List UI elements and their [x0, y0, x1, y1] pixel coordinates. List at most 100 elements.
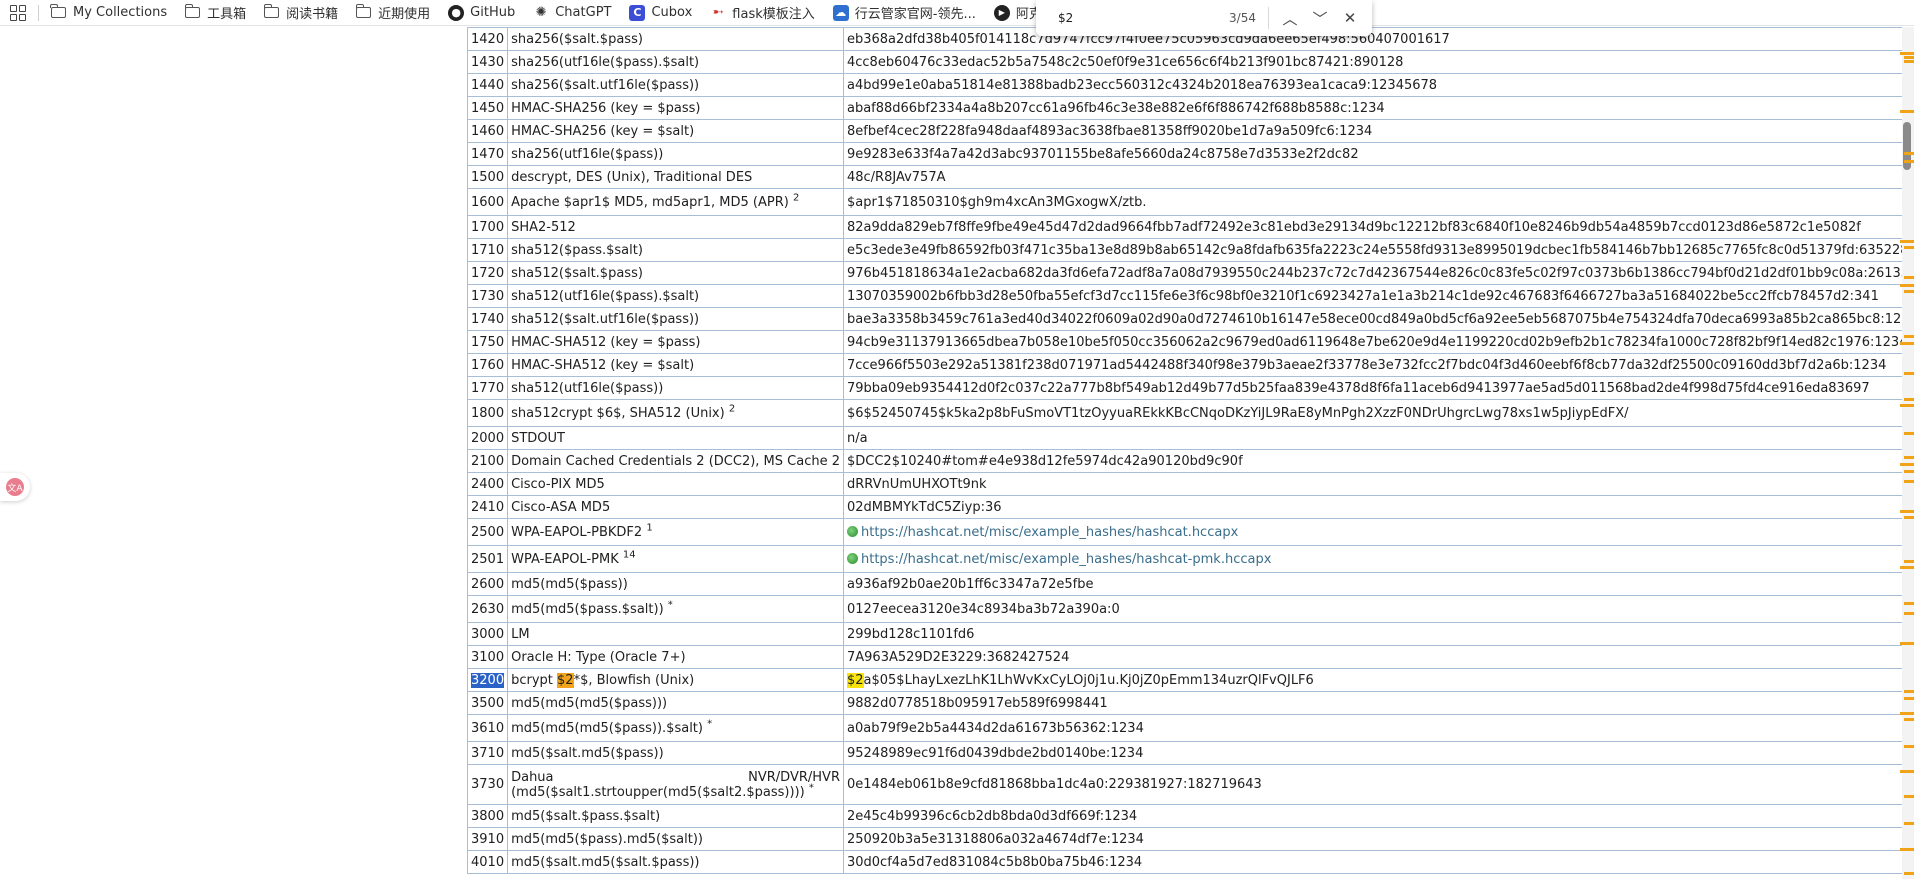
example-link[interactable]: https://hashcat.net/misc/example_hashes/… — [861, 525, 1238, 540]
bookmark-my-collections[interactable]: My Collections — [50, 4, 167, 20]
hash-example-cell: 9e9283e633f4a7a42d3abc93701155be8afe5660… — [842, 142, 1904, 166]
bookmark-github[interactable]: ● GitHub — [448, 4, 515, 21]
bookmark-cloud[interactable]: ☁ 行云管家官网-领先... — [832, 3, 976, 22]
hash-example-text: 95248989ec91f6d0439dbde2bd0140be:1234 — [846, 745, 1144, 761]
hash-mode-cell: 2500 — [467, 518, 509, 546]
footnote-marker[interactable]: 2 — [729, 403, 735, 414]
hash-example-cell: 9882d0778518b095917eb589f6998441 — [842, 691, 1904, 715]
hash-mode-cell: 3500 — [467, 691, 509, 715]
hash-example-cell: dRRVnUmUHXOTt9nk — [842, 472, 1904, 496]
table-row: 1730 sha512(utf16le($pass).$salt) 13070359… — [467, 284, 1904, 308]
hash-name-text: (md5($salt1.strtoupper(md5($salt2.$pass)… — [511, 784, 805, 800]
bookmark-recent[interactable]: 近期使用 — [355, 3, 430, 22]
hash-mode-cell: 1600 — [467, 188, 509, 216]
find-result-marker — [1904, 718, 1914, 721]
find-next-button[interactable]: ﹀ — [1305, 4, 1335, 32]
bookmark-toolbox[interactable]: 工具箱 — [184, 3, 246, 22]
hash-example-text: 13070359002b6fbb3d28e50fba55efcf3d7cc115… — [846, 288, 1879, 304]
find-match-count: 3/54 — [1229, 11, 1256, 25]
hash-mode-text: 1800 — [471, 405, 505, 421]
table-row: 2600 md5(md5($pass)) a936af92b0ae20b1ff6c3… — [467, 572, 1904, 596]
hash-example-text: a0ab79f9e2b5a4434d2da61673b56362:1234 — [846, 720, 1144, 736]
hash-name-cell: sha256($salt.$pass) — [507, 27, 844, 51]
find-result-marker — [1904, 516, 1914, 519]
find-input[interactable] — [1036, 11, 1186, 25]
hash-name-text: STDOUT — [511, 430, 565, 446]
footnote-marker[interactable]: 2 — [793, 192, 799, 203]
hash-mode-cell: 1450 — [467, 96, 509, 120]
table-row: 1700 SHA2-512 82a9dda829eb7f8ffe9fbe49e45d… — [467, 215, 1904, 239]
hash-name-cell: sha512($pass.$salt) — [507, 238, 844, 262]
hash-name-text: Dahua — [511, 769, 554, 785]
bookmarks-bar: My Collections 工具箱 阅读书籍 近期使用 ● GitHub ✺ Ch… — [0, 0, 1914, 26]
hash-mode-text: 2400 — [471, 476, 505, 492]
hash-example-cell: https://hashcat.net/misc/example_hashes/… — [842, 545, 1904, 573]
hash-name-cell: md5(md5($pass).md5($salt)) — [507, 827, 844, 851]
find-result-marker — [1904, 56, 1914, 59]
find-result-marker — [1904, 160, 1914, 163]
bookmark-chatgpt[interactable]: ✺ ChatGPT — [533, 5, 612, 21]
footnote-marker: * — [808, 782, 814, 794]
find-result-marker — [1900, 770, 1914, 773]
hash-example-text: n/a — [846, 430, 868, 446]
hash-name-cell: sha256(utf16le($pass)) — [507, 142, 844, 166]
hash-name-text: md5(md5(md5($pass)).$salt) — [511, 720, 703, 736]
apps-grid-icon[interactable] — [10, 4, 26, 21]
globe-icon — [846, 525, 858, 537]
hash-name-cell: STDOUT — [507, 426, 844, 450]
find-result-marker — [1900, 284, 1914, 287]
hash-name-text: sha256(utf16le($pass)) — [511, 146, 664, 162]
hash-name-text: Apache $apr1$ MD5, md5apr1, MD5 (APR) — [511, 194, 789, 210]
bookmark-flask[interactable]: ➸ flask模板注入 — [710, 3, 815, 22]
hash-example-text: dRRVnUmUHXOTt9nk — [846, 476, 987, 492]
find-result-marker — [1904, 290, 1914, 293]
hash-example-cell: n/a — [842, 426, 1904, 450]
hash-mode-cell: 1730 — [467, 284, 509, 308]
hash-example-text: 7A963A529D2E3229:3682427524 — [846, 649, 1070, 665]
hash-example-text: 48c/R8JAv757A — [846, 169, 946, 185]
hash-name-text: descrypt, DES (Unix), Traditional DES — [511, 169, 753, 185]
hash-examples-table-container: 1420 sha256($salt.$pass) eb368a2dfd38b405f… — [467, 27, 1904, 879]
table-row: 2501 WPA-EAPOL-PMK 14 https://hashcat.net/… — [467, 545, 1904, 573]
hash-example-cell: 0e1484eb061b8e9cfd81868bba1dc4a0:2293819… — [842, 764, 1904, 805]
hash-example-cell: 250920b3a5e31318806a032a4674df7e:1234 — [842, 827, 1904, 851]
hash-name-cell: sha512($salt.$pass) — [507, 261, 844, 285]
hash-name-text: Cisco-ASA MD5 — [511, 499, 611, 515]
hash-name-text: md5($salt.$pass.$salt) — [511, 808, 661, 824]
example-link[interactable]: https://hashcat.net/misc/example_hashes/… — [861, 552, 1271, 567]
hash-name-cell: bcrypt $2*$, Blowfish (Unix) — [507, 668, 844, 692]
find-result-marker — [1904, 697, 1914, 700]
translate-float-button[interactable]: 文A — [0, 473, 30, 501]
find-bar: 3/54 ︿ ﹀ ✕ — [1036, 0, 1372, 36]
hash-name-cell: HMAC-SHA512 (key = $salt) — [507, 353, 844, 377]
footnote-marker[interactable]: * — [668, 599, 673, 610]
find-result-marker — [1904, 690, 1914, 693]
hash-name-text: HMAC-SHA512 (key = $salt) — [511, 357, 695, 373]
hash-mode-text: 2501 — [471, 551, 505, 567]
hash-name-text: md5(md5($pass.$salt)) — [511, 601, 664, 617]
footnote-marker[interactable]: 1 — [646, 522, 652, 533]
table-row: 1760 HMAC-SHA512 (key = $salt) 7cce966f550… — [467, 353, 1904, 377]
hash-example-cell: bae3a3358b3459c761a3ed40d34022f0609a02d9… — [842, 307, 1904, 331]
find-close-button[interactable]: ✕ — [1335, 4, 1365, 32]
find-match-highlight: $2 — [557, 672, 574, 688]
hash-mode-cell: 1800 — [467, 399, 509, 427]
hash-example-text: 94cb9e31137913665dbea7b058e10be5f050cc35… — [846, 334, 1904, 350]
hash-name-cell: sha512($salt.utf16le($pass)) — [507, 307, 844, 331]
hash-mode-cell: 3910 — [467, 827, 509, 851]
translate-icon: 文A — [6, 478, 24, 496]
find-previous-button[interactable]: ︿ — [1275, 4, 1305, 32]
find-result-marker — [1904, 152, 1914, 155]
hash-example-cell: 299bd128c1101fd6 — [842, 622, 1904, 646]
footnote-marker[interactable]: * — [707, 718, 712, 729]
hash-mode-text: 3800 — [471, 808, 505, 824]
hash-name-text: HMAC-SHA256 (key = $salt) — [511, 123, 695, 139]
find-result-marker — [1904, 398, 1914, 401]
hash-mode-cell: 3000 — [467, 622, 509, 646]
bookmark-reading[interactable]: 阅读书籍 — [263, 3, 338, 22]
hash-mode-text: 2000 — [471, 430, 505, 446]
hash-example-cell: https://hashcat.net/misc/example_hashes/… — [842, 518, 1904, 546]
footnote-marker[interactable]: 14 — [623, 549, 636, 560]
table-row: 2100 Domain Cached Credentials 2 (DCC2), … — [467, 449, 1904, 473]
bookmark-cubox[interactable]: C Cubox — [629, 4, 692, 21]
